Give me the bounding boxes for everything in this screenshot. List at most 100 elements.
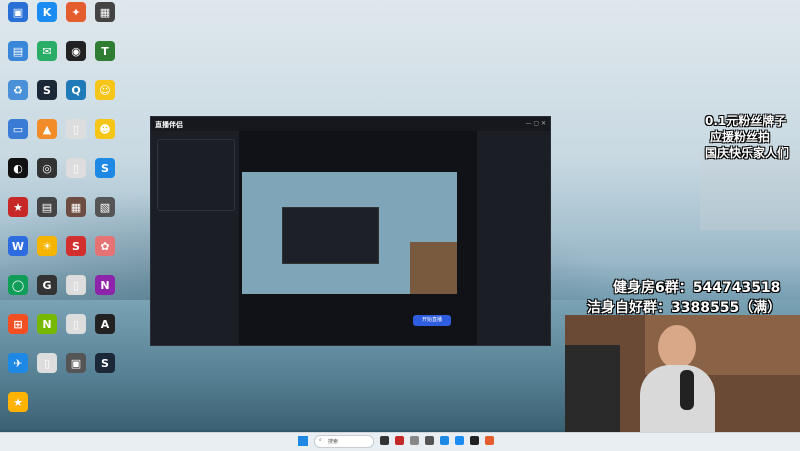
- cam-person-head: [658, 325, 696, 369]
- desktop-icon[interactable]: S: [33, 80, 61, 100]
- taskbar-app-icon[interactable]: [455, 436, 464, 445]
- source-list: [157, 139, 235, 211]
- desktop-icon-glyph: A: [95, 314, 115, 334]
- desktop-icon-glyph: ◉: [66, 41, 86, 61]
- desktop-icon-glyph: N: [95, 275, 115, 295]
- desktop-icon[interactable]: ★: [4, 197, 32, 217]
- desktop-icon-glyph: ✈: [8, 353, 28, 373]
- desktop-icon[interactable]: ✈: [4, 353, 32, 373]
- taskbar-app-icon[interactable]: [410, 436, 419, 445]
- desktop-icon[interactable]: ▯: [62, 275, 90, 295]
- desktop-icon-glyph: ✦: [66, 2, 86, 22]
- app-right-panel: [477, 131, 550, 345]
- desktop-icon[interactable]: ▭: [4, 119, 32, 139]
- desktop-icon[interactable]: ▯: [33, 353, 61, 373]
- desktop-icon[interactable]: ▯: [62, 314, 90, 334]
- desktop-icon[interactable]: ▤: [33, 197, 61, 217]
- taskbar-app-icon[interactable]: [380, 436, 389, 445]
- desktop-icon-glyph: ▧: [95, 197, 115, 217]
- window-controls: — ▢ ✕: [525, 120, 546, 127]
- taskbar-app-icon[interactable]: [440, 436, 449, 445]
- desktop-icon[interactable]: ♻: [4, 80, 32, 100]
- overlay-line-1: 0.1元粉丝牌子: [705, 114, 787, 128]
- desktop-icon-glyph: ▤: [8, 41, 28, 61]
- desktop-icon[interactable]: T: [91, 41, 119, 61]
- taskbar-search[interactable]: ⌕ 搜索: [314, 435, 374, 448]
- desktop-icon[interactable]: ☻: [91, 119, 119, 139]
- desktop-icon-glyph: ☺: [95, 80, 115, 100]
- desktop-icon-glyph: ★: [8, 392, 28, 412]
- desktop-icon-glyph: ★: [8, 197, 28, 217]
- desktop-icon[interactable]: ▦: [91, 2, 119, 22]
- desktop-icon[interactable]: S: [91, 158, 119, 178]
- desktop-icon[interactable]: ☀: [33, 236, 61, 256]
- desktop-icon-glyph: ☻: [95, 119, 115, 139]
- desktop-icon-glyph: Q: [66, 80, 86, 100]
- desktop-icon[interactable]: ✉: [33, 41, 61, 61]
- taskbar-app-icon[interactable]: [485, 436, 494, 445]
- taskbar-app-icon[interactable]: [395, 436, 404, 445]
- desktop-icon[interactable]: S: [62, 236, 90, 256]
- desktop-icon-glyph: ◎: [37, 158, 57, 178]
- live-preview: [242, 172, 457, 294]
- desktop-icon-glyph: ▤: [37, 197, 57, 217]
- desktop-icon[interactable]: N: [91, 275, 119, 295]
- desktop-icon[interactable]: ▧: [91, 197, 119, 217]
- desktop-icon-glyph: ▯: [66, 158, 86, 178]
- desktop-icon-glyph: ♻: [8, 80, 28, 100]
- desktop-icon-glyph: ◐: [8, 158, 28, 178]
- microphone: [680, 370, 694, 410]
- overlay-group-1: 健身房6群：544743518: [613, 280, 781, 296]
- taskbar-app-icon[interactable]: [425, 436, 434, 445]
- desktop-icon[interactable]: S: [91, 353, 119, 373]
- desktop-icon-glyph: ▯: [37, 353, 57, 373]
- start-icon[interactable]: [298, 436, 308, 446]
- start-live-button[interactable]: 开始直播: [413, 315, 451, 326]
- desktop-icon[interactable]: ▣: [4, 2, 32, 22]
- desktop-icon-glyph: W: [8, 236, 28, 256]
- desktop-icon[interactable]: ✿: [91, 236, 119, 256]
- desktop-icon-glyph: ☀: [37, 236, 57, 256]
- desktop-icon[interactable]: G: [33, 275, 61, 295]
- desktop-icon[interactable]: ▲: [33, 119, 61, 139]
- webcam-feed: [565, 315, 800, 450]
- desktop-icon-glyph: S: [37, 80, 57, 100]
- overlay-line-3: 国庆快乐家人们: [705, 146, 790, 160]
- desktop-icon[interactable]: W: [4, 236, 32, 256]
- overlay-line-2: 应援粉丝拍: [710, 130, 771, 144]
- desktop-icon[interactable]: ▤: [4, 41, 32, 61]
- desktop-icon[interactable]: Q: [62, 80, 90, 100]
- overlay-group-2: 洁身自好群：3388555（满）: [587, 300, 782, 316]
- desktop-icon-glyph: ▭: [8, 119, 28, 139]
- desktop-icon-glyph: ◯: [8, 275, 28, 295]
- desktop-icon[interactable]: ▣: [62, 353, 90, 373]
- desktop-icon-glyph: S: [95, 158, 115, 178]
- app-title: 直播伴侣: [155, 121, 183, 129]
- desktop-icon[interactable]: ✦: [62, 2, 90, 22]
- desktop-icon[interactable]: K: [33, 2, 61, 22]
- search-placeholder: 搜索: [328, 439, 339, 445]
- desktop-icon-glyph: ▣: [8, 2, 28, 22]
- desktop-icon-glyph: ▯: [66, 275, 86, 295]
- desktop-icon[interactable]: ◎: [33, 158, 61, 178]
- desktop-icon-glyph: ▯: [66, 119, 86, 139]
- desktop-icon[interactable]: ⊞: [4, 314, 32, 334]
- desktop-icon[interactable]: N: [33, 314, 61, 334]
- desktop-icon[interactable]: ☺: [91, 80, 119, 100]
- desktop-icon-glyph: ▯: [66, 314, 86, 334]
- desktop-icon[interactable]: ◯: [4, 275, 32, 295]
- desktop-icon[interactable]: A: [91, 314, 119, 334]
- tool-grid: [157, 226, 233, 336]
- desktop-icon[interactable]: ▦: [62, 197, 90, 217]
- desktop-icon-glyph: N: [37, 314, 57, 334]
- taskbar-app-icon[interactable]: [470, 436, 479, 445]
- desktop-icon-glyph: S: [66, 236, 86, 256]
- desktop-icon[interactable]: ★: [4, 392, 32, 412]
- desktop-icon[interactable]: ▯: [62, 119, 90, 139]
- app-left-panel: [151, 131, 239, 345]
- desktop-icon[interactable]: ◐: [4, 158, 32, 178]
- desktop-icon[interactable]: ◉: [62, 41, 90, 61]
- desktop-icon-glyph: ▦: [66, 197, 86, 217]
- desktop-icon-glyph: ▣: [66, 353, 86, 373]
- desktop-icon[interactable]: ▯: [62, 158, 90, 178]
